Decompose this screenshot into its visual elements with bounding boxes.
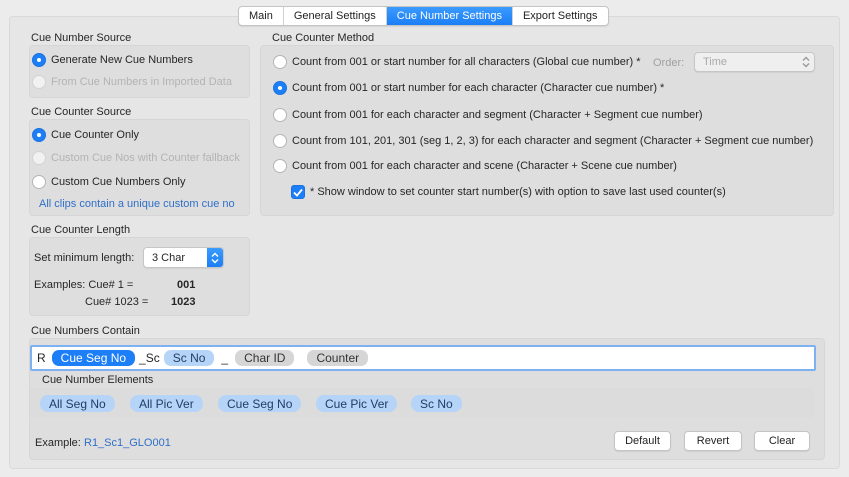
order-label: Order: xyxy=(653,57,685,69)
radio-button[interactable] xyxy=(32,128,46,142)
radio-label: Cue Counter Only xyxy=(51,129,140,141)
example2-value: 1023 xyxy=(171,296,196,308)
radio-character-segment-hundreds[interactable]: Count from 101, 201, 301 (seg 1, 2, 3) f… xyxy=(273,134,813,148)
checkmark-icon xyxy=(293,188,303,197)
min-length-value: 3 Char xyxy=(152,251,186,264)
radio-label: Count from 001 or start number for all c… xyxy=(292,56,641,68)
radio-character-scene[interactable]: Count from 001 for each character and sc… xyxy=(273,159,677,173)
example1-value: 001 xyxy=(177,279,196,291)
tab-bar: Main General Settings Cue Number Setting… xyxy=(238,6,609,26)
cue-counter-length-title: Cue Counter Length xyxy=(31,224,131,236)
min-length-select[interactable]: 3 Char xyxy=(143,247,224,268)
token-underscore-text: _ xyxy=(221,351,229,365)
element-all-pic-ver[interactable]: All Pic Ver xyxy=(130,395,203,412)
radio-generate-new[interactable]: Generate New Cue Numbers xyxy=(32,53,193,67)
radio-label: Count from 001 or start number for each … xyxy=(292,82,665,94)
tab-export-settings[interactable]: Export Settings xyxy=(513,7,608,25)
radio-cue-counter-only[interactable]: Cue Counter Only xyxy=(32,128,139,142)
radio-button[interactable] xyxy=(32,175,46,189)
radio-global-cue-number[interactable]: Count from 001 or start number for all c… xyxy=(273,55,640,69)
radio-character-segment[interactable]: Count from 001 for each character and se… xyxy=(273,108,703,122)
cue-counter-source-title: Cue Counter Source xyxy=(31,106,132,118)
examples-label: Examples: Cue# 1 = xyxy=(34,279,134,291)
tab-general-settings[interactable]: General Settings xyxy=(284,7,387,25)
token-counter[interactable]: Counter xyxy=(307,350,369,366)
cue-counter-method-title: Cue Counter Method xyxy=(272,32,375,44)
checkbox-label: * Show window to set counter start numbe… xyxy=(310,186,726,198)
cue-numbers-contain-title: Cue Numbers Contain xyxy=(31,325,140,337)
token-cue-seg-no[interactable]: Cue Seg No xyxy=(51,350,136,366)
radio-label: Count from 101, 201, 301 (seg 1, 2, 3) f… xyxy=(292,135,814,147)
example2-label: Cue# 1023 = xyxy=(85,296,149,308)
element-sc-no[interactable]: Sc No xyxy=(411,395,462,412)
radio-label: From Cue Numbers in Imported Data xyxy=(51,76,232,88)
radio-character-cue-number[interactable]: Count from 001 or start number for each … xyxy=(273,81,664,95)
cue-number-elements-title: Cue Number Elements xyxy=(42,374,154,386)
radio-button[interactable] xyxy=(32,151,46,165)
order-select[interactable]: Time xyxy=(694,52,815,72)
cue-number-source-title: Cue Number Source xyxy=(31,32,132,44)
radio-from-imported[interactable]: From Cue Numbers in Imported Data xyxy=(32,75,232,89)
token-sc-no[interactable]: Sc No xyxy=(163,350,215,366)
clear-button[interactable]: Clear xyxy=(754,431,810,451)
min-length-label: Set minimum length: xyxy=(34,252,135,264)
radio-button[interactable] xyxy=(273,55,287,69)
element-cue-seg-no[interactable]: Cue Seg No xyxy=(218,395,302,412)
element-all-seg-no[interactable]: All Seg No xyxy=(40,395,115,412)
prefix-text: R xyxy=(37,351,46,365)
revert-button[interactable]: Revert xyxy=(684,431,742,451)
stepper-icon[interactable] xyxy=(798,53,814,71)
order-value: Time xyxy=(703,56,728,68)
radio-custom-with-fallback[interactable]: Custom Cue Nos with Counter fallback xyxy=(32,151,240,165)
example-label: Example: xyxy=(35,437,81,449)
radio-label: Generate New Cue Numbers xyxy=(51,54,193,66)
token-sc-text: _Sc xyxy=(139,351,160,365)
radio-button[interactable] xyxy=(32,53,46,67)
radio-label: Custom Cue Numbers Only xyxy=(51,176,186,188)
radio-custom-only[interactable]: Custom Cue Numbers Only xyxy=(32,175,186,189)
radio-button[interactable] xyxy=(32,75,46,89)
radio-button[interactable] xyxy=(273,81,287,95)
radio-button[interactable] xyxy=(273,134,287,148)
radio-button[interactable] xyxy=(273,108,287,122)
example-value: R1_Sc1_GLO001 xyxy=(84,437,171,449)
tab-cue-number-settings[interactable]: Cue Number Settings xyxy=(386,7,513,25)
radio-button[interactable] xyxy=(273,159,287,173)
stepper-icon[interactable] xyxy=(207,248,223,267)
tab-main[interactable]: Main xyxy=(239,7,284,25)
token-char-id[interactable]: Char ID xyxy=(235,350,295,366)
show-window-checkbox-row[interactable]: * Show window to set counter start numbe… xyxy=(291,185,726,199)
checkbox[interactable] xyxy=(291,185,305,199)
radio-label: Count from 001 for each character and se… xyxy=(292,109,703,121)
element-cue-pic-ver[interactable]: Cue Pic Ver xyxy=(316,395,398,412)
custom-cue-note: All clips contain a unique custom cue no xyxy=(39,198,235,210)
cue-number-token-field[interactable]: R Cue Seg No _Sc Sc No _ Char ID Counter xyxy=(30,345,816,371)
radio-label: Count from 001 for each character and sc… xyxy=(292,160,677,172)
radio-label: Custom Cue Nos with Counter fallback xyxy=(51,152,240,164)
default-button[interactable]: Default xyxy=(614,431,671,451)
